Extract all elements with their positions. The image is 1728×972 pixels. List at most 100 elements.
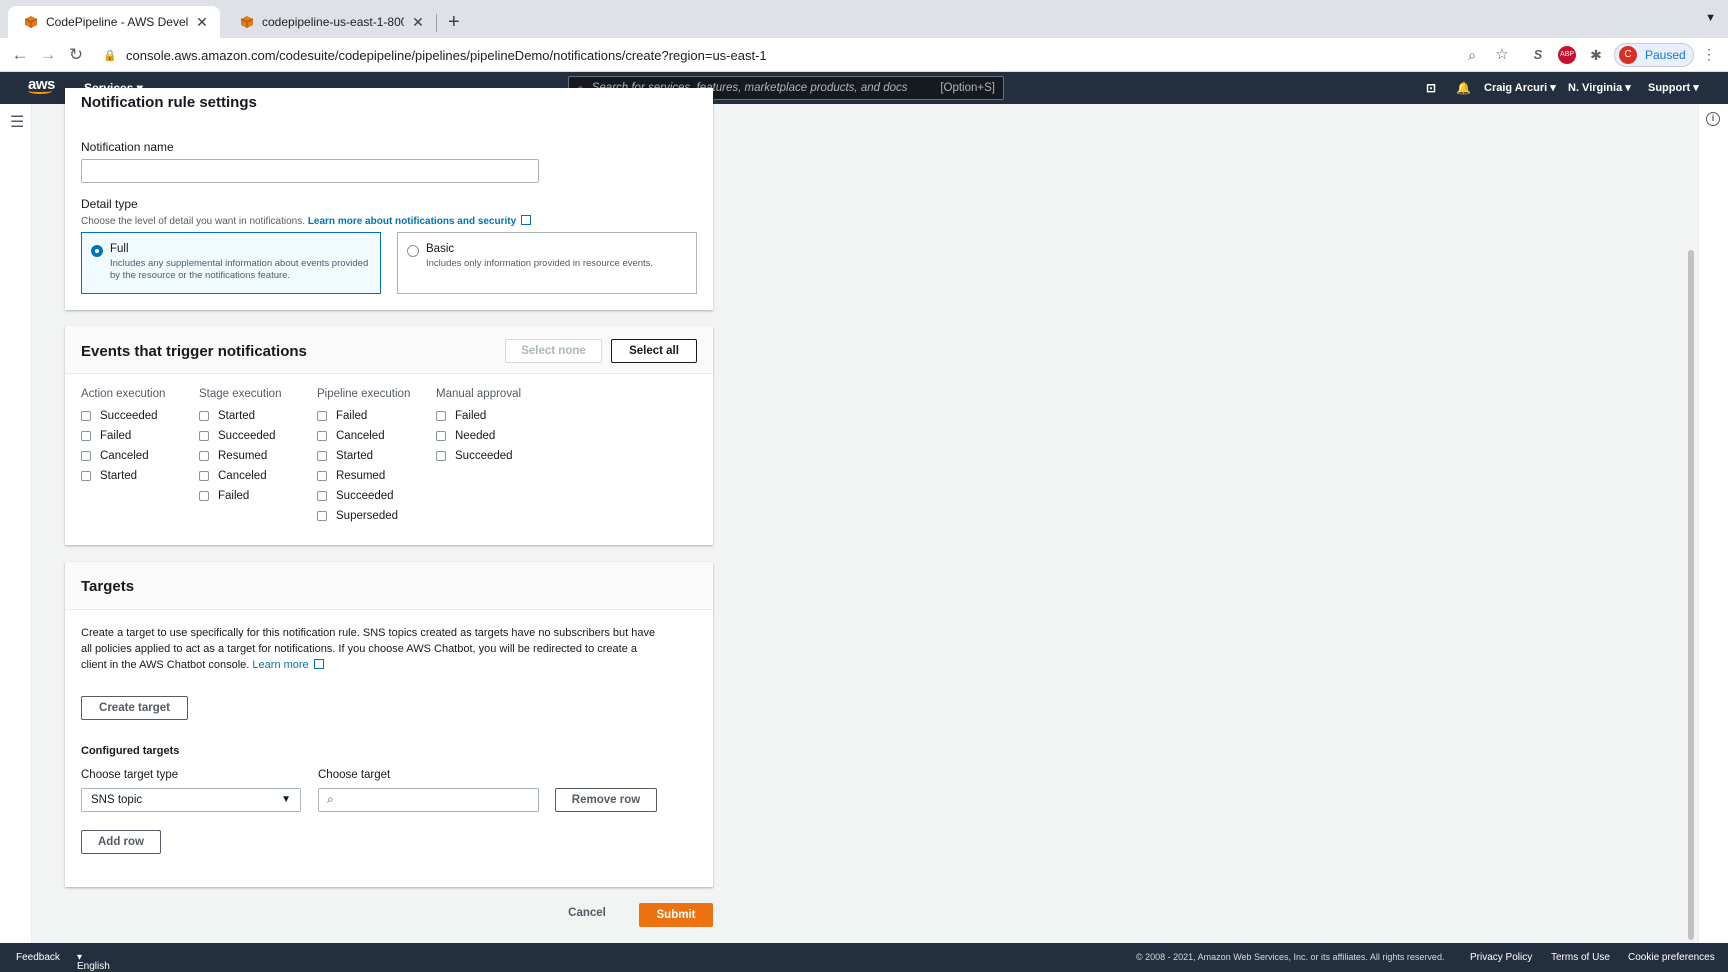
checkbox[interactable] bbox=[436, 431, 446, 441]
checkbox[interactable] bbox=[199, 431, 209, 441]
checkbox[interactable] bbox=[81, 451, 91, 461]
extensions-puzzle-icon[interactable]: ✱ bbox=[1584, 43, 1608, 67]
checkbox-row[interactable]: Failed bbox=[81, 426, 165, 446]
browser-tabstrip: CodePipeline - AWS Developer Tools ✕ cod… bbox=[0, 0, 1728, 38]
cloudshell-icon[interactable]: ⊡ bbox=[1426, 81, 1436, 95]
targets-panel: Targets Create a target to use specifica… bbox=[65, 562, 713, 887]
learn-more-link[interactable]: Learn more bbox=[252, 659, 308, 671]
checkbox-row[interactable]: Started bbox=[317, 446, 410, 466]
extension-s-icon[interactable]: S bbox=[1526, 43, 1550, 67]
profile-button[interactable]: C Paused bbox=[1614, 43, 1694, 67]
checkbox-row[interactable]: Failed bbox=[317, 406, 410, 426]
checkbox[interactable] bbox=[317, 511, 327, 521]
adblock-icon[interactable]: ABP bbox=[1558, 46, 1576, 64]
radio-selected[interactable] bbox=[91, 245, 103, 257]
checkbox[interactable] bbox=[199, 491, 209, 501]
checkbox-row[interactable]: Failed bbox=[436, 406, 521, 426]
cookie-preferences-link[interactable]: Cookie preferences bbox=[1628, 952, 1715, 963]
checkbox[interactable] bbox=[199, 471, 209, 481]
browser-tab-codepipeline[interactable]: CodePipeline - AWS Developer Tools ✕ bbox=[8, 6, 220, 38]
choose-target-label: Choose target bbox=[318, 769, 391, 781]
browser-tab-s3-bucket[interactable]: codepipeline-us-east-1-800200584422 ✕ bbox=[224, 6, 436, 38]
hamburger-menu-icon[interactable]: ☰ bbox=[10, 112, 24, 132]
zoom-magnifier-icon[interactable]: ⌕ bbox=[1460, 43, 1484, 67]
language-selector[interactable]: English (US) ▾ bbox=[77, 952, 110, 972]
manual-approval-group: Manual approval Failed Needed Succeeded bbox=[436, 388, 521, 466]
account-menu[interactable]: Craig Arcuri ▾ bbox=[1484, 81, 1556, 94]
checkbox-row[interactable]: Resumed bbox=[199, 446, 281, 466]
notification-name-input[interactable] bbox=[81, 159, 539, 183]
add-row-button[interactable]: Add row bbox=[81, 830, 161, 854]
close-tab-icon[interactable]: ✕ bbox=[194, 14, 210, 31]
checkbox[interactable] bbox=[81, 411, 91, 421]
detail-type-basic-option[interactable]: Basic Includes only information provided… bbox=[397, 232, 697, 294]
checkbox-row[interactable]: Succeeded bbox=[199, 426, 281, 446]
checkbox[interactable] bbox=[317, 491, 327, 501]
notifications-bell-icon[interactable]: 🔔 bbox=[1456, 81, 1471, 95]
select-none-button[interactable]: Select none bbox=[505, 339, 602, 363]
search-icon: ⌕ bbox=[327, 792, 334, 806]
select-all-button[interactable]: Select all bbox=[611, 339, 697, 363]
terms-of-use-link[interactable]: Terms of Use bbox=[1551, 952, 1610, 963]
help-panel-rail: i bbox=[1698, 104, 1728, 943]
checkbox-row[interactable]: Canceled bbox=[81, 446, 165, 466]
target-type-select[interactable]: SNS topic ▼ bbox=[81, 788, 301, 812]
target-type-label: Choose target type bbox=[81, 769, 179, 781]
checkbox[interactable] bbox=[81, 471, 91, 481]
profile-status: Paused bbox=[1645, 48, 1686, 62]
tab-search-chevron-icon[interactable]: ▼ bbox=[1705, 12, 1716, 24]
info-icon[interactable]: i bbox=[1706, 112, 1720, 126]
checkbox[interactable] bbox=[317, 431, 327, 441]
support-menu[interactable]: Support ▾ bbox=[1648, 81, 1699, 94]
checkbox-row[interactable]: Started bbox=[81, 466, 165, 486]
cancel-button[interactable]: Cancel bbox=[558, 902, 616, 926]
region-menu[interactable]: N. Virginia ▾ bbox=[1568, 81, 1631, 94]
tab-divider bbox=[436, 14, 437, 32]
back-arrow-icon[interactable]: ← bbox=[8, 43, 32, 67]
events-panel: Events that trigger notifications Select… bbox=[65, 326, 713, 545]
radio-unselected[interactable] bbox=[407, 245, 419, 257]
checkbox-row[interactable]: Started bbox=[199, 406, 281, 426]
detail-type-full-option[interactable]: Full Includes any supplemental informati… bbox=[81, 232, 381, 294]
checkbox[interactable] bbox=[317, 411, 327, 421]
checkbox-row[interactable]: Succeeded bbox=[317, 486, 410, 506]
checkbox[interactable] bbox=[436, 451, 446, 461]
learn-more-link[interactable]: Learn more about notifications and secur… bbox=[308, 216, 516, 227]
privacy-policy-link[interactable]: Privacy Policy bbox=[1470, 952, 1532, 963]
new-tab-plus-icon[interactable]: + bbox=[448, 10, 460, 34]
feedback-link[interactable]: Feedback bbox=[16, 952, 60, 963]
url-text: console.aws.amazon.com/codesuite/codepip… bbox=[126, 47, 767, 63]
copyright-text: © 2008 - 2021, Amazon Web Services, Inc.… bbox=[1136, 952, 1445, 962]
reload-icon[interactable]: ↻ bbox=[64, 43, 88, 67]
remove-row-button[interactable]: Remove row bbox=[555, 788, 657, 812]
checkbox-row[interactable]: Succeeded bbox=[436, 446, 521, 466]
checkbox[interactable] bbox=[199, 451, 209, 461]
checkbox-row[interactable]: Resumed bbox=[317, 466, 410, 486]
checkbox-row[interactable]: Superseded bbox=[317, 506, 410, 526]
browser-menu-icon[interactable]: ⋮ bbox=[1702, 46, 1716, 63]
detail-type-label: Detail type bbox=[81, 197, 138, 211]
checkbox-row[interactable]: Canceled bbox=[199, 466, 281, 486]
checkbox-row[interactable]: Needed bbox=[436, 426, 521, 446]
bookmark-star-icon[interactable]: ☆ bbox=[1490, 43, 1514, 67]
choose-target-input[interactable]: ⌕ bbox=[318, 788, 539, 812]
stage-execution-group: Stage execution Started Succeeded Resume… bbox=[199, 388, 281, 506]
side-navigation-rail: ☰ bbox=[0, 104, 32, 943]
create-target-button[interactable]: Create target bbox=[81, 696, 188, 720]
checkbox[interactable] bbox=[81, 431, 91, 441]
checkbox[interactable] bbox=[436, 411, 446, 421]
action-execution-group: Action execution Succeeded Failed Cancel… bbox=[81, 388, 165, 486]
checkbox-row[interactable]: Canceled bbox=[317, 426, 410, 446]
checkbox[interactable] bbox=[199, 411, 209, 421]
checkbox[interactable] bbox=[317, 471, 327, 481]
checkbox-row[interactable]: Failed bbox=[199, 486, 281, 506]
checkbox-row[interactable]: Succeeded bbox=[81, 406, 165, 426]
notification-name-label: Notification name bbox=[81, 140, 174, 154]
checkbox[interactable] bbox=[317, 451, 327, 461]
close-tab-icon[interactable]: ✕ bbox=[410, 14, 426, 31]
page-scrollbar[interactable] bbox=[1688, 250, 1694, 940]
aws-logo[interactable]: aws bbox=[28, 76, 55, 94]
address-bar[interactable]: 🔒 console.aws.amazon.com/codesuite/codep… bbox=[100, 41, 1572, 69]
submit-button[interactable]: Submit bbox=[639, 903, 713, 927]
forward-arrow-icon[interactable]: → bbox=[36, 43, 60, 67]
